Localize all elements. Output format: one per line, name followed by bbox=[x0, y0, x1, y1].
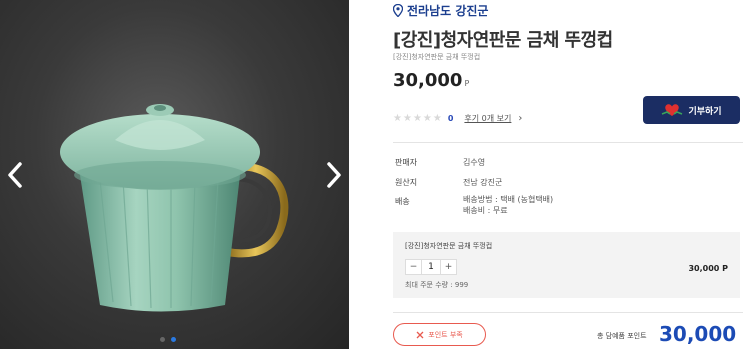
product-image-celadon-cup bbox=[60, 104, 289, 312]
price-value: 30,000 bbox=[393, 70, 463, 91]
option-price: 30,000 P bbox=[688, 264, 728, 273]
close-icon bbox=[416, 331, 424, 338]
star-icon: ★ bbox=[422, 112, 432, 124]
product-title: [강진]청자연판문 금채 뚜껑컵 bbox=[393, 30, 613, 51]
origin-label: 원산지 bbox=[395, 178, 418, 187]
price-currency: P bbox=[464, 79, 470, 88]
total-points-value: 30,000 P bbox=[659, 322, 743, 346]
max-order-quantity: 최대 주문 수량 : 999 bbox=[405, 281, 469, 289]
star-icon: ★ bbox=[412, 112, 422, 124]
origin-value: 전남 강진군 bbox=[463, 178, 503, 187]
gallery-next-button[interactable] bbox=[321, 160, 345, 190]
chevron-right-icon[interactable]: › bbox=[518, 113, 522, 124]
region-label: 전라남도 강진군 bbox=[407, 4, 489, 18]
insufficient-points-button[interactable]: 포인트 부족 bbox=[393, 323, 486, 346]
chevron-left-icon bbox=[8, 162, 22, 188]
star-icon: ★ bbox=[432, 112, 442, 124]
review-link[interactable]: 후기 0개 보기 bbox=[464, 113, 511, 124]
product-price: 30,000 P bbox=[393, 70, 469, 91]
quantity-decrease-button[interactable]: − bbox=[406, 260, 421, 274]
product-detail-panel: 전라남도 강진군 [강진]청자연판문 금채 뚜껑컵 [강진]청자연판문 금채 뚜… bbox=[393, 0, 743, 357]
gallery-dot[interactable] bbox=[160, 337, 165, 342]
seller-label: 판매자 bbox=[395, 158, 418, 167]
rating-count: 0 bbox=[447, 114, 454, 123]
gallery-dot-active[interactable] bbox=[171, 337, 176, 342]
star-icon: ★ bbox=[402, 112, 412, 124]
option-name: [강진]청자연판문 금채 뚜껑컵 bbox=[405, 242, 493, 250]
divider bbox=[393, 142, 743, 143]
product-subtitle: [강진]청자연판문 금채 뚜껑컵 bbox=[393, 53, 481, 61]
gallery-prev-button[interactable] bbox=[4, 160, 28, 190]
seller-value: 김수영 bbox=[463, 158, 486, 167]
divider bbox=[393, 312, 743, 313]
gallery-pagination bbox=[160, 337, 176, 342]
product-image-gallery[interactable] bbox=[0, 0, 349, 349]
shipping-method-value: 배송방법 : 택배 (농협택배) bbox=[463, 195, 554, 204]
shipping-fee-value: 배송비 : 무료 bbox=[463, 206, 508, 215]
star-icon: ★ bbox=[393, 112, 402, 124]
quantity-stepper[interactable]: − 1 + bbox=[405, 259, 457, 275]
quantity-input[interactable]: 1 bbox=[421, 260, 441, 274]
region-link[interactable]: 전라남도 강진군 bbox=[393, 2, 488, 19]
option-box: [강진]청자연판문 금채 뚜껑컵 − 1 + 30,000 P 최대 주문 수량… bbox=[393, 232, 740, 298]
donate-button-label: 기부하기 bbox=[688, 106, 722, 117]
location-pin-icon bbox=[393, 4, 403, 17]
rating-summary: ★ ★ ★ ★ ★ 0 후기 0개 보기 › bbox=[393, 113, 522, 124]
chevron-right-icon bbox=[327, 162, 341, 188]
total-points-label: 총 담예품 포인트 bbox=[597, 332, 647, 340]
quantity-increase-button[interactable]: + bbox=[441, 260, 456, 274]
insufficient-points-label: 포인트 부족 bbox=[428, 330, 463, 339]
heart-hand-icon bbox=[662, 104, 683, 116]
donate-button[interactable]: 기부하기 bbox=[643, 96, 740, 124]
shipping-label: 배송 bbox=[395, 197, 410, 206]
